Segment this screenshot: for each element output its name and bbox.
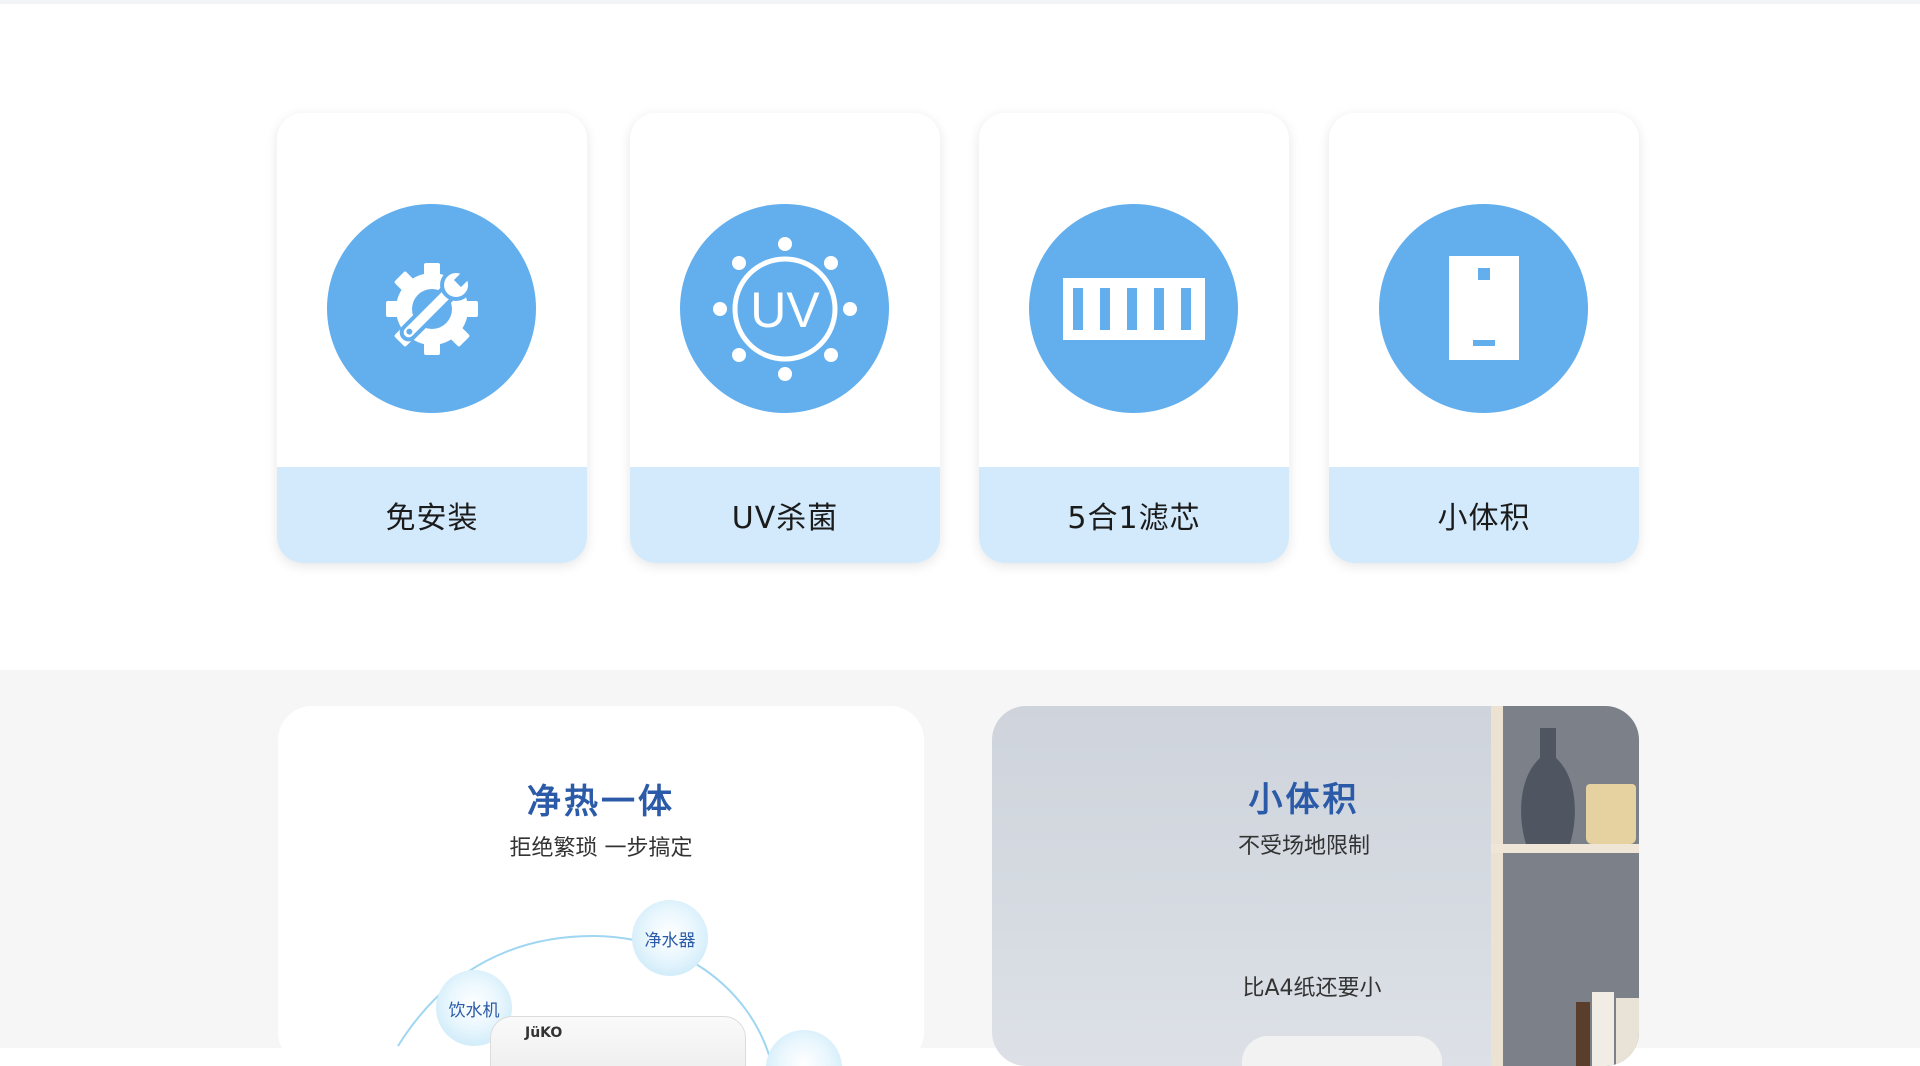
feature-card-compact[interactable]: 小体积 (1329, 113, 1639, 563)
orbit-diagram (397, 934, 771, 1059)
bubble-purifier: 净水器 (632, 900, 708, 976)
feature-label: UV杀菌 (630, 467, 940, 563)
panel-note: 比A4纸还要小 (1242, 976, 1382, 1001)
panel-subtitle: 不受场地限制 (1237, 834, 1370, 859)
vase-image (1521, 728, 1575, 844)
feature-label: 免安装 (277, 467, 587, 563)
panel-title: 小体积 (1248, 780, 1360, 820)
feature-label: 小体积 (1329, 467, 1639, 563)
shelf-frame (1491, 706, 1503, 1066)
shelf-board (1491, 844, 1639, 853)
product-brand: JüKO (525, 1025, 563, 1041)
cup-image (1586, 784, 1636, 844)
wrench-gear-icon (327, 204, 536, 413)
device-image (1242, 1036, 1442, 1066)
filter-cartridge-icon (1029, 204, 1238, 413)
feature-card-filter[interactable]: 5合1滤芯 (979, 113, 1289, 563)
phone-device-icon (1379, 204, 1588, 413)
uv-sun-icon: UV (680, 204, 889, 413)
product-image: JüKO (490, 1016, 746, 1066)
feature-card-install[interactable]: 免安装 (277, 113, 587, 563)
books-image (1576, 992, 1639, 1066)
panel-purify-heat: 净热一体 拒绝繁琐 一步搞定 净水器 饮水机 JüKO (278, 706, 924, 1066)
feature-label: 5合1滤芯 (979, 467, 1289, 563)
uv-icon-text: UV (750, 282, 820, 338)
top-divider (0, 0, 1920, 4)
feature-card-uv[interactable]: UV UV杀菌 (630, 113, 940, 563)
panel-compact: 小体积 不受场地限制 比A4纸还要小 (992, 706, 1639, 1066)
